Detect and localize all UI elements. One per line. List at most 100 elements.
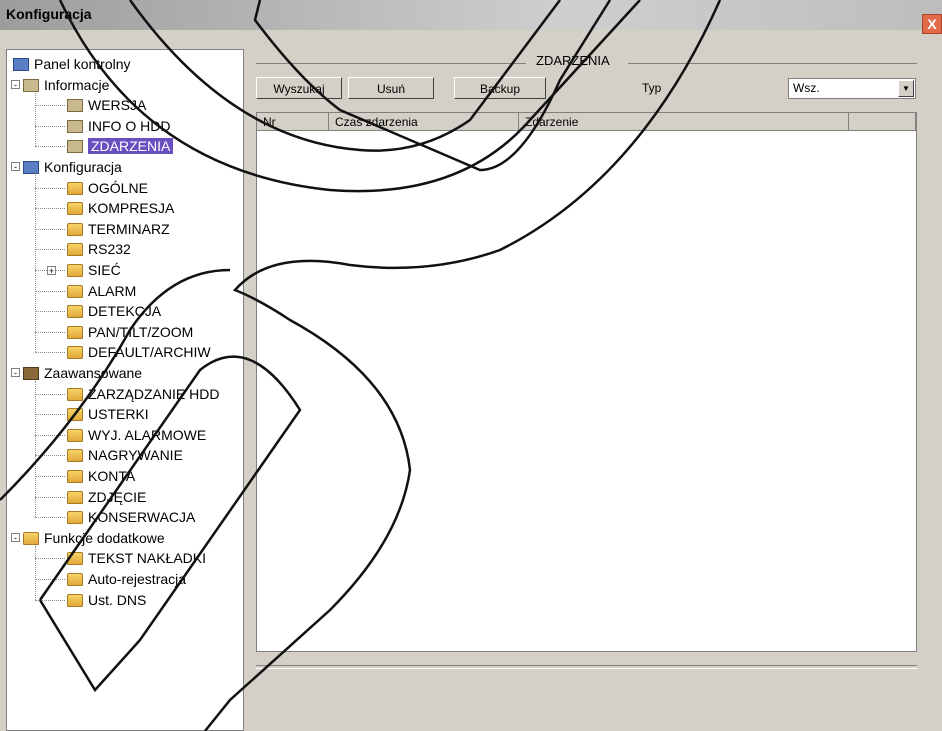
folder-icon [67, 449, 83, 463]
folder-icon [67, 408, 83, 422]
tree-branch [35, 414, 65, 416]
tree-line [35, 545, 36, 600]
backup-button[interactable]: Backup [454, 77, 546, 99]
close-button[interactable]: X [922, 14, 942, 34]
config-tree[interactable]: Panel kontrolny - Informacje WERSJA INFO O … [6, 49, 244, 731]
tree-branch [35, 517, 65, 519]
tree-branch [35, 579, 65, 580]
tree-item-auto-rejestracja[interactable]: Auto-rejestracja [67, 571, 186, 587]
title-bar: Konfiguracja X [0, 0, 942, 34]
folder-icon [67, 593, 83, 607]
tree-branch [35, 146, 65, 148]
tree-expander-informacje[interactable]: - [11, 79, 20, 89]
tree-item-tekst-nak-adki[interactable]: TEKST NAKŁADKI [67, 550, 206, 566]
column-header-event[interactable]: Zdarzenie [519, 113, 849, 131]
document-icon [67, 119, 83, 133]
type-select-value: Wsz. [793, 81, 820, 95]
folder-icon [67, 264, 83, 277]
delete-button[interactable]: Usuń [348, 77, 434, 99]
folder-icon [67, 470, 83, 483]
tree-item-konserwacja[interactable]: KONSERWACJA [67, 509, 195, 525]
tree-branch [35, 331, 65, 333]
events-list[interactable]: Nr Czas zdarzenia Zdarzenie [256, 112, 917, 652]
tree-item-terminarz[interactable]: TERMINARZ [67, 221, 170, 237]
tree-branch [35, 599, 65, 601]
tree-item-wersja[interactable]: WERSJA [67, 97, 146, 113]
tree-branch [35, 393, 65, 395]
folder-icon [67, 243, 83, 257]
tree-branch [35, 311, 65, 313]
tree-group-informacje[interactable]: Informacje [23, 77, 109, 93]
tree-item-ogolne[interactable]: OGÓLNE [67, 180, 148, 196]
settings-icon [23, 161, 39, 174]
tree-group-zaawansowane[interactable]: Zaawansowane [23, 365, 142, 381]
tree-branch [35, 208, 65, 210]
tree-expander-funkcje-dodatkowe[interactable]: - [11, 532, 20, 542]
column-header-time[interactable]: Czas zdarzenia [329, 113, 519, 131]
type-select[interactable]: Wsz. ▼ [788, 78, 916, 99]
tree-branch [35, 228, 65, 230]
tree-branch [35, 352, 65, 354]
tree-branch [35, 125, 65, 127]
folder-icon [67, 202, 83, 216]
folder-icon [67, 305, 83, 319]
tree-line [35, 92, 36, 147]
tree-item-zdjecie[interactable]: ZDJĘCIE [67, 489, 146, 505]
tree-group-funkcje-dodatkowe[interactable]: Funkcje dodatkowe [23, 530, 165, 546]
tree-item-siec[interactable]: SIEĆ [67, 262, 121, 278]
tree-branch [35, 496, 65, 498]
tree-branch [35, 187, 65, 189]
tree-expander-konfiguracja[interactable]: - [11, 162, 20, 172]
tree-item-rs232[interactable]: RS232 [67, 241, 131, 257]
folder-icon [67, 573, 83, 586]
group-line-right [628, 63, 917, 64]
tree-branch [35, 455, 65, 457]
search-button[interactable]: Wyszukaj [256, 77, 342, 99]
type-label: Typ [642, 81, 662, 95]
tree-branch [35, 249, 65, 251]
info-icon [23, 78, 39, 92]
folder-icon [23, 531, 39, 545]
folder-icon [67, 490, 83, 504]
chevron-down-icon[interactable]: ▼ [898, 80, 914, 97]
tree-item-ust-dns[interactable]: Ust. DNS [67, 592, 146, 608]
folder-icon [67, 387, 83, 401]
panel-divider [256, 665, 917, 669]
folder-icon [67, 511, 83, 525]
window-title: Konfiguracja [6, 6, 92, 22]
folder-icon [67, 222, 83, 236]
tree-item-default-archiw[interactable]: DEFAULT/ARCHIW [67, 344, 211, 360]
tree-item-zarzadzanie-hdd[interactable]: ZARZĄDZANIE HDD [67, 386, 219, 402]
tree-branch [35, 476, 65, 477]
tree-item-usterki[interactable]: USTERKI [67, 406, 149, 422]
tree-item-alarm[interactable]: ALARM [67, 283, 136, 299]
folder-icon [67, 552, 83, 566]
tree-item-nagrywanie[interactable]: NAGRYWANIE [67, 447, 183, 463]
tree-root[interactable]: Panel kontrolny [13, 56, 131, 72]
folder-icon [67, 325, 83, 339]
folder-icon [67, 181, 83, 195]
document-icon [67, 99, 83, 113]
tree-item-info-o-hdd[interactable]: INFO O HDD [67, 118, 170, 134]
document-icon [67, 140, 83, 154]
tools-icon [23, 367, 39, 380]
events-panel: ZDARZENIA Wyszukaj Usuń Backup Typ Wsz. … [248, 49, 938, 731]
tree-expander-zaawansowane[interactable]: - [11, 368, 20, 378]
column-header-nr[interactable]: Nr [257, 113, 329, 131]
group-line-left [256, 63, 526, 64]
tree-branch [35, 558, 65, 560]
tree-item-pan-tilt-zoom[interactable]: PAN/TILT/ZOOM [67, 324, 193, 340]
tree-item-kompresja[interactable]: KOMPRESJA [67, 200, 174, 216]
folder-icon [67, 428, 83, 442]
tree-item-wyj-alarmowe[interactable]: WYJ. ALARMOWE [67, 427, 206, 443]
tree-branch [35, 434, 65, 436]
column-header-extra[interactable] [849, 113, 916, 131]
tree-item-detekcja[interactable]: DETEKCJA [67, 303, 161, 319]
tree-item-zdarzenia[interactable]: ZDARZENIA [67, 138, 174, 155]
tree-group-konfiguracja[interactable]: Konfiguracja [23, 159, 122, 175]
tree-branch [35, 290, 65, 292]
tree-item-konta[interactable]: KONTA [67, 468, 135, 484]
folder-icon [67, 346, 83, 360]
tree-expander-siec[interactable]: + [47, 266, 56, 276]
folder-icon [67, 284, 83, 298]
